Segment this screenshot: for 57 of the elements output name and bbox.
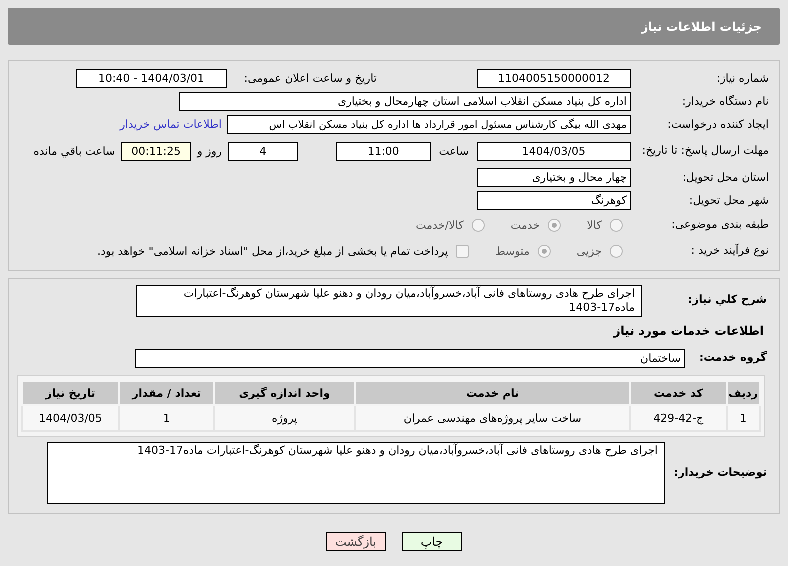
city-field: کوهرنگ: [477, 191, 631, 210]
field-label: ایجاد کننده درخواست:: [666, 118, 770, 132]
table-cell: 1404/03/05: [22, 405, 120, 431]
print-button[interactable]: چاپ: [402, 532, 462, 551]
column-header: واحد اندازه گیری: [214, 381, 356, 405]
need-number-field: 1104005150000012: [477, 69, 631, 88]
radio-button[interactable]: [472, 218, 485, 232]
time-label: ساعت: [439, 144, 469, 158]
creator-field: مهدی الله بیگی کارشناس مسئول امور قرارداد ها اداره کل بنیاد مسکن انقلاب اس: [227, 115, 631, 134]
province-field: چهار محال و بختیاری: [477, 168, 631, 187]
table-cell: پروژه: [214, 405, 356, 431]
description-box: اجرای طرح هادی روستاهای فانی آباد،خسروآباد،میان رودان و دهنو علیا شهرستان کوهرنگ-اعتبارات ماده17-1403: [136, 285, 642, 317]
checkbox[interactable]: [456, 244, 470, 258]
option-label: خدمت: [510, 218, 540, 232]
contact-link[interactable]: اطلاعات تماس خریدار: [120, 118, 222, 131]
option-label: کالا: [587, 218, 602, 232]
radio-button[interactable]: [538, 244, 551, 258]
remaining-label: ساعت باقي مانده: [34, 144, 116, 158]
radio-button[interactable]: [548, 218, 562, 232]
back-button[interactable]: بازگشت: [326, 532, 386, 551]
field-label: طبقه بندی موضوعی:: [670, 218, 770, 232]
field-label: توضیحات خریدار:: [673, 466, 767, 480]
column-header: تاریخ نیاز: [22, 381, 120, 405]
treasury-note: پرداخت تمام یا بخشی از مبلغ خرید،از محل "اسناد خزانه اسلامی" خواهد بود.: [98, 244, 448, 258]
option-label: کالا/خدمت: [416, 218, 464, 232]
buyer-notes-box: اجرای طرح هادی روستاهای فانی آباد،خسروآباد،میان رودان و دهنو علیا شهرستان کوهرنگ-اعتبارات ماده17-1403: [47, 442, 665, 504]
buyer-field: اداره کل بنیاد مسکن انقلاب اسلامی استان چهارمحال و بختیاری: [179, 92, 631, 111]
column-header: کد خدمت: [630, 381, 727, 405]
column-header: ردیف: [726, 381, 760, 405]
field-label: نام دستگاه خریدار:: [681, 94, 770, 108]
radio-button[interactable]: [610, 244, 623, 258]
remaining-time-field: 00:11:25: [121, 142, 192, 160]
days-label: روز و: [197, 144, 222, 158]
field-label: گروه خدمت:: [698, 351, 767, 365]
announce-date-field: 1404/03/01 - 10:40: [76, 69, 227, 88]
deadline-date-field: 1404/03/05: [477, 142, 631, 160]
days-field: 4: [228, 142, 298, 160]
column-header: نام خدمت: [355, 381, 630, 405]
field-label: تاریخ و ساعت اعلان عمومی:: [243, 72, 378, 86]
field-label: مهلت ارسال پاسخ: تا تاریخ:: [641, 144, 770, 158]
option-label: جزیی: [576, 244, 602, 258]
field-label: استان محل تحویل:: [682, 170, 770, 184]
table-cell: 1: [119, 405, 214, 431]
page-title: جزئیات اطلاعات نیاز: [8, 8, 780, 45]
table-cell: 1: [726, 405, 760, 431]
field-label: نوع فرآیند خرید :: [690, 244, 770, 258]
deadline-time-field: 11:00: [336, 142, 432, 160]
field-label: شهر محل تحویل:: [688, 194, 770, 208]
section-heading: اطلاعات خدمات مورد نیاز: [612, 323, 765, 340]
table-cell: ج-42-429: [630, 405, 727, 431]
option-label: متوسط: [495, 244, 530, 258]
radio-button[interactable]: [610, 218, 623, 232]
service-group-field: ساختمان: [135, 348, 685, 368]
field-label: شرح کلي نیاز:: [687, 292, 767, 306]
column-header: تعداد / مقدار: [119, 381, 214, 405]
table-cell: ساخت سایر پروژه‌های مهندسی عمران: [355, 405, 630, 431]
field-label: شماره نیاز:: [716, 72, 770, 86]
